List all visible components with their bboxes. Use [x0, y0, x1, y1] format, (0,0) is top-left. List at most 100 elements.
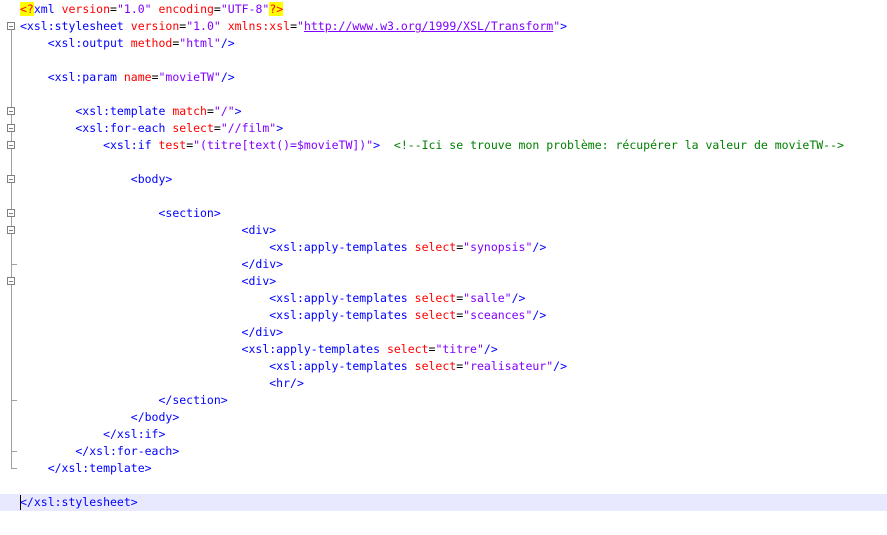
code-text: </div> — [20, 256, 284, 273]
token-tag: /> — [511, 291, 526, 305]
token-tag: <xsl:apply-templates — [20, 291, 415, 305]
code-line[interactable]: <xsl:stylesheet version="1.0" xmlns:xsl=… — [0, 18, 887, 35]
token-tag: <xsl:stylesheet — [20, 19, 131, 33]
code-line[interactable] — [0, 86, 887, 103]
token-tag: <xsl:for-each — [20, 121, 173, 135]
code-line[interactable] — [0, 477, 887, 494]
code-line[interactable]: <section> — [0, 205, 887, 222]
code-text: <xsl:apply-templates select="synopsis"/> — [20, 239, 546, 256]
token-tag: <div> — [20, 274, 277, 288]
code-line[interactable] — [0, 188, 887, 205]
code-line[interactable]: </xsl:for-each> — [0, 443, 887, 460]
code-text: <div> — [20, 222, 277, 239]
token-attr: select — [172, 121, 214, 135]
code-line[interactable]: <xsl:apply-templates select="realisateur… — [0, 358, 887, 375]
code-text: <xsl:param name="movieTW"/> — [20, 69, 235, 86]
token-tag: /> — [483, 342, 498, 356]
code-line[interactable]: <xsl:template match="/"> — [0, 103, 887, 120]
code-text: <div> — [20, 273, 277, 290]
code-line[interactable]: <body> — [0, 171, 887, 188]
code-line[interactable]: <xsl:apply-templates select="sceances"/> — [0, 307, 887, 324]
code-line[interactable]: </section> — [0, 392, 887, 409]
token-tag: </xsl:for-each> — [20, 444, 180, 458]
code-line[interactable]: <xsl:output method="html"/> — [0, 35, 887, 52]
token-tag: <xsl:apply-templates — [20, 308, 415, 322]
code-text: <body> — [20, 171, 173, 188]
token-tag: </body> — [20, 410, 180, 424]
token-tag: <body> — [20, 172, 173, 186]
token-tag: </section> — [20, 393, 228, 407]
code-text: <xsl:stylesheet version="1.0" xmlns:xsl=… — [20, 18, 567, 35]
token-tag: <hr/> — [20, 376, 304, 390]
token-tag: <xsl:if — [20, 138, 159, 152]
token-tag: > — [234, 104, 242, 118]
code-line[interactable]: </div> — [0, 324, 887, 341]
token-url: http://www.w3.org/1999/XSL/Transform — [303, 19, 554, 33]
token-attr: select — [414, 240, 457, 254]
code-line[interactable] — [0, 52, 887, 69]
code-text: </div> — [20, 324, 284, 341]
token-val: "/" — [213, 104, 235, 118]
token-attr: select — [414, 359, 457, 373]
token-val: "UTF-8" — [220, 2, 270, 16]
token-tag: /> — [532, 308, 547, 322]
token-attr: name — [123, 70, 152, 84]
token-attr: version — [61, 2, 111, 16]
code-line[interactable]: <xsl:apply-templates select="salle"/> — [0, 290, 887, 307]
token-val: "titre" — [435, 342, 484, 356]
code-line[interactable]: </xsl:if> — [0, 426, 887, 443]
code-line[interactable]: <xsl:apply-templates select="synopsis"/> — [0, 239, 887, 256]
code-text: <xsl:apply-templates select="titre"/> — [20, 341, 498, 358]
code-text: <xsl:apply-templates select="realisateur… — [20, 358, 567, 375]
token-tag: <xsl:apply-templates — [20, 359, 415, 373]
token-attr: select — [414, 291, 457, 305]
token-tag: <section> — [20, 206, 221, 220]
token-tag: > — [560, 19, 568, 33]
token-tag: </div> — [20, 325, 284, 339]
token-punc: = — [110, 2, 117, 16]
token-tag — [152, 2, 159, 16]
code-text: <hr/> — [20, 375, 304, 392]
token-attr: xmlns:xsl — [227, 19, 291, 33]
code-line[interactable]: </body> — [0, 409, 887, 426]
code-text: </xsl:if> — [20, 426, 165, 443]
token-tag: <xsl:param — [20, 70, 124, 84]
code-editor[interactable]: <?xml version="1.0" encoding="UTF-8"?> <x… — [0, 0, 887, 535]
token-val: " — [297, 19, 304, 33]
text-caret — [20, 495, 21, 510]
token-tag: <xsl:apply-templates — [20, 342, 387, 356]
token-attr: test — [158, 138, 187, 152]
code-line[interactable]: <?xml version="1.0" encoding="UTF-8"?> — [0, 1, 887, 18]
code-line[interactable]: <xsl:param name="movieTW"/> — [0, 69, 887, 86]
code-line[interactable]: <hr/> — [0, 375, 887, 392]
token-val: "html" — [179, 36, 221, 50]
token-pi: <? — [20, 2, 34, 16]
token-val: "(titre[text()=$movieTW])" — [193, 138, 374, 152]
code-line[interactable]: </xsl:template> — [0, 460, 887, 477]
token-val: "synopsis" — [463, 240, 533, 254]
code-line[interactable]: <xsl:for-each select="//film"> — [0, 120, 887, 137]
code-text: <?xml version="1.0" encoding="UTF-8"?> — [20, 1, 284, 18]
token-val: "1.0" — [186, 19, 221, 33]
token-tag: </xsl:if> — [20, 427, 166, 441]
token-tag: <xsl:output — [20, 36, 131, 50]
code-line[interactable]: <div> — [0, 273, 887, 290]
token-tag: <xsl:apply-templates — [20, 240, 415, 254]
code-text: </section> — [20, 392, 228, 409]
code-line[interactable]: </div> — [0, 256, 887, 273]
token-pi: ?> — [269, 2, 284, 16]
code-line[interactable]: </xsl:stylesheet> — [0, 494, 887, 511]
token-tag: > — [373, 138, 394, 152]
code-text: </xsl:for-each> — [20, 443, 179, 460]
code-text: <xsl:apply-templates select="sceances"/> — [20, 307, 546, 324]
code-line[interactable] — [0, 154, 887, 171]
token-punc: = — [206, 104, 214, 118]
token-val: "//film" — [220, 121, 277, 135]
token-tag: /> — [220, 36, 235, 50]
token-attr: select — [414, 308, 457, 322]
code-line[interactable]: <div> — [0, 222, 887, 239]
token-comment: <!--Ici se trouve mon problème: récupére… — [393, 138, 844, 152]
code-line[interactable]: <xsl:apply-templates select="titre"/> — [0, 341, 887, 358]
code-line[interactable]: <xsl:if test="(titre[text()=$movieTW])">… — [0, 137, 887, 154]
token-attr: method — [130, 36, 173, 50]
